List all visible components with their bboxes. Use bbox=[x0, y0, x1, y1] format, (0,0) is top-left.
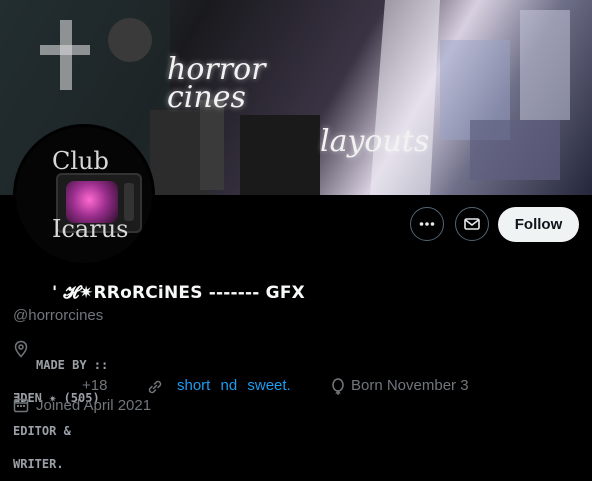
avatar[interactable]: Club Icarus bbox=[13, 124, 155, 266]
profile-handle: @horrorcines bbox=[13, 307, 104, 324]
envelope-icon bbox=[464, 218, 480, 230]
follow-button[interactable]: Follow bbox=[498, 207, 579, 242]
display-name: ' 𝓗✷RRoRCiNES ------- GFX bbox=[52, 283, 305, 303]
bio-line1: MADE BY :: bbox=[36, 358, 109, 372]
profile-birthday: Born November 3 bbox=[351, 377, 469, 394]
banner-subtitle: layouts bbox=[320, 124, 430, 159]
more-icon bbox=[419, 222, 435, 226]
bio-line4: WRITER. bbox=[13, 457, 64, 471]
avatar-text-line2: Icarus bbox=[52, 215, 129, 243]
message-button[interactable] bbox=[455, 207, 489, 241]
profile-link[interactable]: short nd sweet. bbox=[177, 377, 291, 394]
balloon-icon bbox=[332, 378, 344, 395]
calendar-icon bbox=[13, 398, 29, 413]
more-button[interactable] bbox=[410, 207, 444, 241]
link-icon bbox=[148, 380, 162, 394]
location-suffix: +18 bbox=[82, 377, 108, 394]
profile-joined: Joined April 2021 bbox=[36, 397, 152, 414]
banner-title-line2: cines bbox=[167, 80, 246, 115]
avatar-text-line1: Club bbox=[52, 147, 109, 175]
